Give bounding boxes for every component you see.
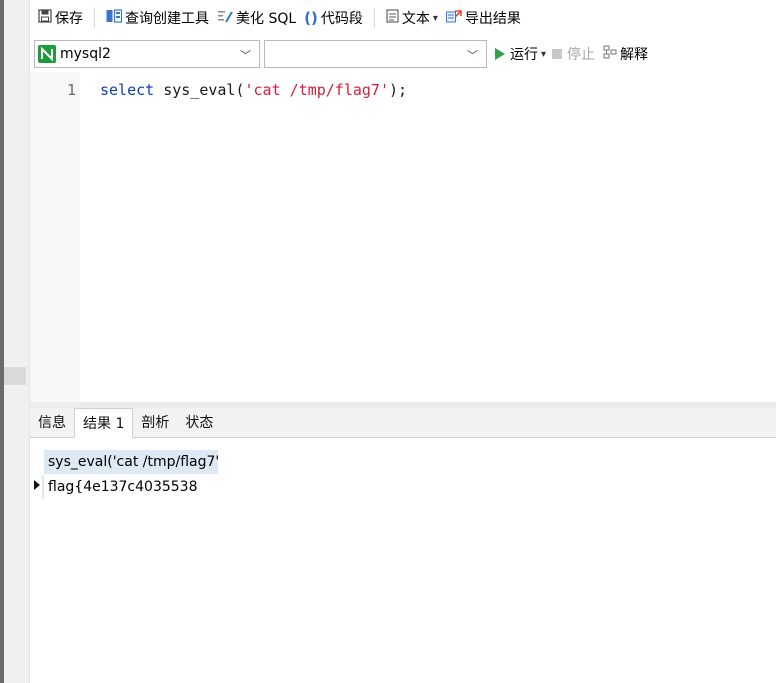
beautify-sql-button[interactable]: 美化 SQL bbox=[213, 6, 300, 30]
run-button[interactable]: 运行 ▾ bbox=[495, 44, 546, 64]
explain-button[interactable]: 解释 bbox=[603, 44, 648, 64]
results-tab-bar: 信息 结果 1 剖析 状态 bbox=[30, 408, 776, 438]
tab-status[interactable]: 状态 bbox=[177, 407, 221, 437]
code-snippet-button[interactable]: () 代码段 bbox=[300, 6, 367, 30]
explain-label: 解释 bbox=[620, 47, 649, 63]
stop-icon bbox=[552, 49, 563, 59]
code-line[interactable]: select sys_eval('cat /tmp/flag7'); bbox=[100, 81, 407, 99]
document-icon bbox=[386, 9, 399, 27]
current-row-indicator-icon bbox=[34, 480, 40, 490]
sql-string-literal: 'cat /tmp/flag7' bbox=[244, 81, 390, 99]
table-cell[interactable]: flag{4e137c4035538 bbox=[44, 475, 218, 499]
main-toolbar: 保存 查询创建工具 美化 SQL () 代码段 文本 ▾ 导出结果 bbox=[30, 0, 776, 36]
save-button[interactable]: 保存 bbox=[34, 6, 87, 30]
save-label: 保存 bbox=[55, 11, 83, 27]
run-label: 运行 bbox=[510, 47, 538, 63]
save-icon bbox=[38, 9, 52, 27]
tab-profile[interactable]: 剖析 bbox=[133, 407, 177, 437]
code-snippet-label: 代码段 bbox=[320, 11, 363, 27]
text-mode-label: 文本 bbox=[401, 11, 430, 27]
chevron-down-icon[interactable]: ▾ bbox=[541, 49, 546, 60]
sql-function-call: sys_eval( bbox=[154, 81, 245, 99]
database-select[interactable]: ﹀ bbox=[264, 40, 487, 68]
sql-keyword: select bbox=[100, 81, 155, 99]
explain-icon bbox=[603, 45, 617, 63]
text-mode-button[interactable]: 文本 ▾ bbox=[382, 6, 442, 30]
sql-editor[interactable]: 1 select sys_eval('cat /tmp/flag7'); bbox=[30, 72, 776, 402]
connection-bar: mysql2 ﹀ ﹀ 运行 ▾ 停止 解释 bbox=[30, 36, 776, 72]
chevron-down-icon[interactable]: ﹀ bbox=[240, 47, 251, 63]
column-header[interactable]: sys_eval('cat /tmp/flag7') bbox=[44, 450, 218, 474]
connection-select[interactable]: mysql2 ﹀ bbox=[34, 40, 260, 68]
mysql-connection-icon bbox=[38, 45, 56, 63]
line-number-gutter: 1 bbox=[30, 72, 80, 402]
stop-button[interactable]: 停止 bbox=[552, 44, 595, 64]
left-panel-strip bbox=[0, 0, 30, 683]
export-results-button[interactable]: 导出结果 bbox=[442, 6, 525, 30]
sql-statement-end: ); bbox=[389, 81, 408, 99]
query-builder-icon bbox=[106, 9, 123, 27]
chevron-down-icon[interactable]: ﹀ bbox=[467, 47, 478, 63]
query-builder-button[interactable]: 查询创建工具 bbox=[102, 6, 213, 30]
stop-label: 停止 bbox=[567, 47, 596, 63]
export-results-label: 导出结果 bbox=[464, 11, 521, 27]
tab-info[interactable]: 信息 bbox=[30, 407, 74, 437]
play-icon bbox=[495, 48, 505, 60]
parentheses-icon: () bbox=[304, 9, 318, 27]
toolbar-divider bbox=[373, 8, 375, 28]
beautify-wand-icon bbox=[217, 9, 233, 27]
chevron-down-icon[interactable]: ▾ bbox=[433, 13, 438, 24]
beautify-sql-label: 美化 SQL bbox=[236, 11, 297, 27]
result-grid[interactable]: sys_eval('cat /tmp/flag7') flag{4e137c40… bbox=[30, 438, 776, 683]
tab-result-1[interactable]: 结果 1 bbox=[74, 408, 134, 438]
left-border bbox=[0, 0, 4, 683]
export-icon bbox=[445, 9, 462, 27]
query-builder-label: 查询创建工具 bbox=[125, 11, 209, 27]
panel-collapse-handle[interactable] bbox=[4, 367, 26, 385]
toolbar-divider bbox=[94, 8, 95, 28]
line-number: 1 bbox=[66, 81, 76, 99]
connection-value: mysql2 bbox=[60, 46, 111, 62]
